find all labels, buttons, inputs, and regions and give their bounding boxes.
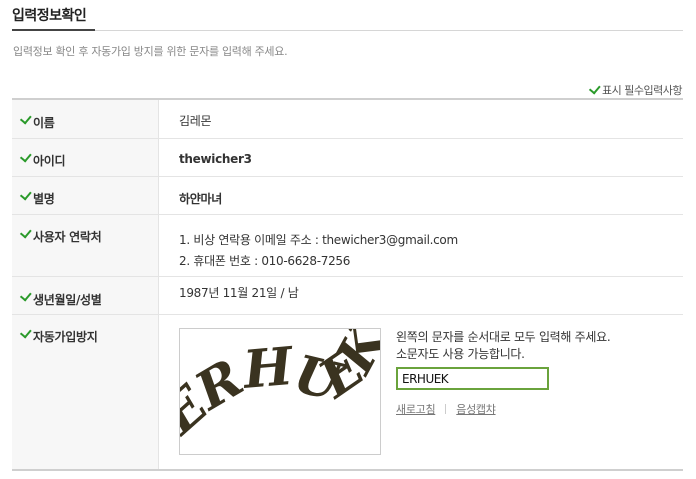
label-cell: 생년월일/성별 — [12, 277, 159, 314]
label-cell: 사용자 연락처 — [12, 215, 159, 276]
label-cell: 이름 — [12, 100, 159, 138]
check-icon — [19, 112, 32, 125]
birth-value: 1987년 11월 21일 / 남 — [179, 286, 299, 300]
row-captcha: 자동가입방지 ERHUEK 왼쪽의 문자를 순서대로 모두 입력해 주세요. 소… — [12, 315, 683, 469]
audio-captcha-link[interactable]: 음성캡챠 — [456, 401, 496, 417]
captcha-cell: ERHUEK 왼쪽의 문자를 순서대로 모두 입력해 주세요. 소문자도 사용 … — [159, 315, 683, 469]
page-subtitle: 입력정보 확인 후 자동가입 방지를 위한 문자를 입력해 주세요. — [13, 45, 288, 58]
check-icon — [19, 226, 32, 239]
captcha-text: ERHUEK — [180, 329, 380, 448]
contact-label: 사용자 연락처 — [33, 230, 102, 244]
nickname-label: 별명 — [33, 192, 55, 206]
row-birth: 생년월일/성별 1987년 11월 21일 / 남 — [12, 277, 683, 315]
captcha-instruction-line2: 소문자도 사용 가능합니다. — [396, 347, 525, 361]
id-label: 아이디 — [33, 154, 66, 168]
check-icon — [19, 326, 32, 339]
name-value: 김레몬 — [179, 114, 212, 128]
page-title: 입력정보확인 — [12, 8, 87, 24]
captcha-instruction-line1: 왼쪽의 문자를 순서대로 모두 입력해 주세요. — [396, 330, 611, 344]
birth-label: 생년월일/성별 — [33, 293, 102, 307]
check-icon — [19, 289, 32, 302]
contact-phone-line: 2. 휴대폰 번호 : 010-6628-7256 — [179, 254, 351, 268]
row-contact: 사용자 연락처 1. 비상 연락용 이메일 주소 : thewicher3@gm… — [12, 215, 683, 277]
required-note-text: 표시 필수입력사항 — [602, 84, 682, 97]
check-icon — [588, 82, 601, 95]
label-cell: 별명 — [12, 177, 159, 214]
name-label: 이름 — [33, 116, 55, 130]
captcha-links: 새로고침 음성캡챠 — [396, 401, 496, 417]
captcha-instructions: 왼쪽의 문자를 순서대로 모두 입력해 주세요. 소문자도 사용 가능합니다. — [396, 329, 611, 363]
row-nickname: 별명 하얀마녀 — [12, 177, 683, 215]
check-icon — [19, 150, 32, 163]
captcha-image-graphic: ERHUEK — [180, 329, 381, 448]
svg-text:ERHUEK: ERHUEK — [180, 329, 381, 448]
check-icon — [19, 188, 32, 201]
required-fields-note: 표시 필수입력사항 — [588, 82, 682, 98]
row-name: 이름 김레몬 — [12, 100, 683, 139]
title-divider — [95, 30, 683, 31]
refresh-captcha-link[interactable]: 새로고침 — [396, 401, 436, 417]
row-id: 아이디 thewicher3 — [12, 139, 683, 177]
id-value: thewicher3 — [179, 152, 252, 166]
captcha-label: 자동가입방지 — [33, 330, 98, 344]
captcha-image: ERHUEK — [179, 328, 381, 455]
contact-value: 1. 비상 연락용 이메일 주소 : thewicher3@gmail.com … — [159, 215, 683, 276]
captcha-input[interactable] — [396, 367, 549, 390]
title-underline — [12, 29, 95, 31]
nickname-value: 하얀마녀 — [179, 192, 222, 206]
contact-email-line: 1. 비상 연락용 이메일 주소 : thewicher3@gmail.com — [179, 233, 458, 247]
info-table: 이름 김레몬 아이디 thewicher3 별명 하얀마녀 사용자 연락처 1.… — [12, 98, 683, 471]
link-separator — [445, 404, 447, 414]
label-cell: 자동가입방지 — [12, 315, 159, 469]
label-cell: 아이디 — [12, 139, 159, 176]
